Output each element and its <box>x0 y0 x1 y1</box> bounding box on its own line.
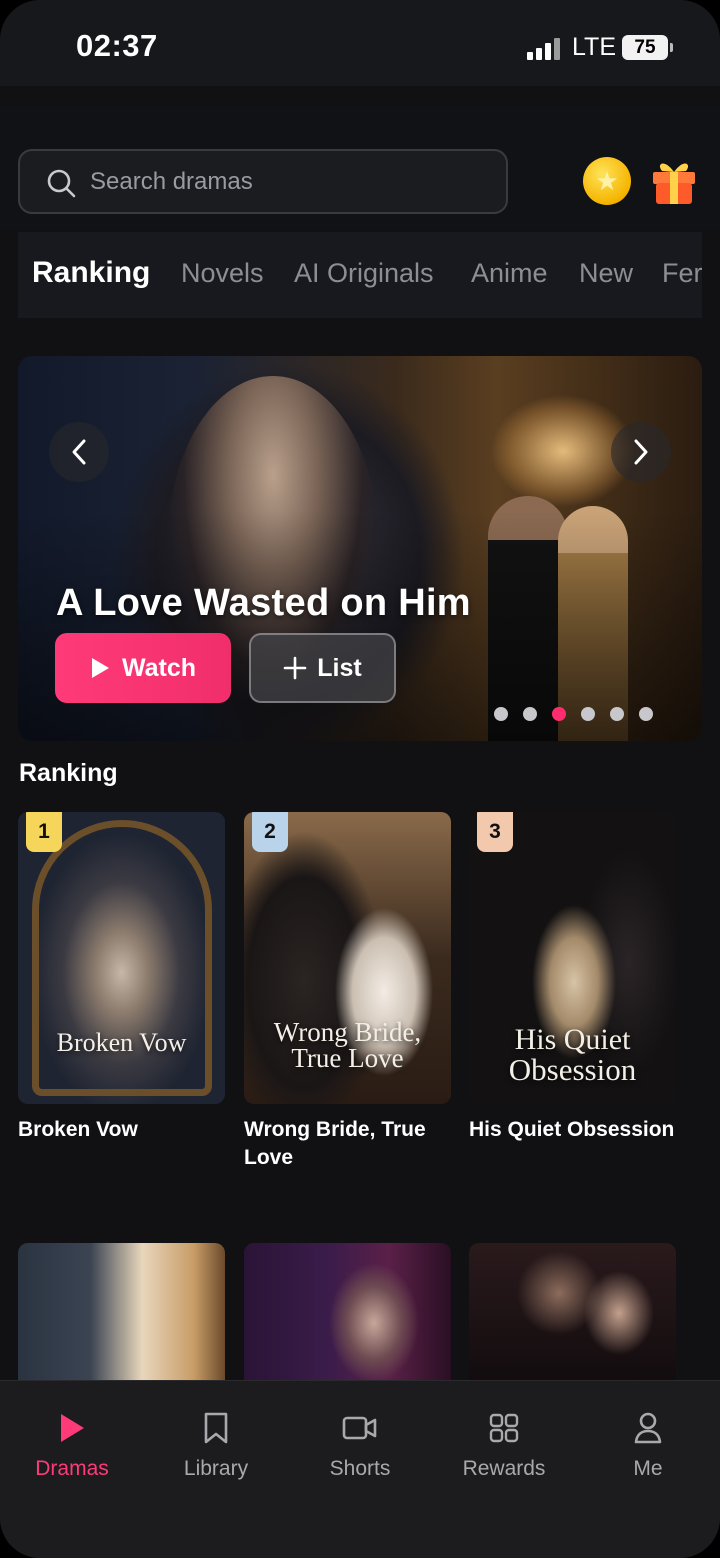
nav-rewards[interactable]: Rewards <box>444 1407 564 1481</box>
category-tabs: Ranking Novels AI Originals Anime New Fe… <box>18 232 702 318</box>
carousel-dot-active[interactable] <box>552 707 566 721</box>
search-input[interactable] <box>90 165 490 199</box>
tab-new[interactable]: New <box>579 258 633 289</box>
tab-novels[interactable]: Novels <box>181 258 264 289</box>
drama-poster[interactable] <box>18 1243 225 1383</box>
rank-badge: 2 <box>252 812 288 852</box>
drama-card[interactable]: 2 Wrong Bride, True Love Wrong Bride, Tr… <box>244 812 451 1172</box>
poster-title: Wrong Bride, <box>273 1017 422 1047</box>
signal-icon <box>527 38 561 60</box>
nav-library[interactable]: Library <box>156 1407 276 1481</box>
nav-shorts[interactable]: Shorts <box>300 1407 420 1481</box>
drama-poster[interactable]: 1 Broken Vow <box>18 812 225 1104</box>
watch-button[interactable]: Watch <box>55 633 231 703</box>
carousel-dot[interactable] <box>639 707 653 721</box>
drama-poster[interactable] <box>244 1243 451 1383</box>
poster-title: His Quiet <box>514 1023 631 1056</box>
bottom-nav: Dramas Library Shorts Rewards Me <box>0 1380 720 1558</box>
app-screen: 02:37 LTE 75 ★ Ranking Novels AI Origina… <box>0 0 720 1558</box>
nav-me[interactable]: Me <box>588 1407 708 1481</box>
hero-banner[interactable]: A Love Wasted on Him Watch List <box>18 356 702 741</box>
rank-badge: 3 <box>477 812 513 852</box>
drama-title[interactable]: Broken Vow <box>18 1116 225 1144</box>
drama-poster[interactable] <box>469 1243 676 1383</box>
prev-slide-button[interactable] <box>49 422 109 482</box>
add-to-list-button[interactable]: List <box>249 633 396 703</box>
gift-icon[interactable] <box>650 154 698 206</box>
rank-badge: 1 <box>26 812 62 852</box>
poster-title: Obsession <box>508 1052 637 1087</box>
drama-title[interactable]: Wrong Bride, True Love <box>244 1116 451 1172</box>
bookmark-icon <box>204 1412 228 1444</box>
chevron-left-icon <box>72 439 86 465</box>
chevron-right-icon <box>634 439 648 465</box>
status-time: 02:37 <box>76 28 158 63</box>
section-title-ranking: Ranking <box>19 759 118 787</box>
tab-anime[interactable]: Anime <box>471 258 548 289</box>
drama-card[interactable]: 3 His Quiet Obsession His Quiet Obsessio… <box>469 812 676 1144</box>
carousel-dots <box>494 707 653 721</box>
tab-ai-originals[interactable]: AI Originals <box>294 258 434 289</box>
network-type: LTE <box>572 33 616 61</box>
grid-icon <box>489 1413 519 1443</box>
drama-card[interactable]: 1 Broken Vow Broken Vow <box>18 812 225 1144</box>
hero-title: A Love Wasted on Him <box>56 582 471 624</box>
plus-icon <box>283 656 307 680</box>
tab-fer[interactable]: Fer <box>662 258 702 289</box>
carousel-dot[interactable] <box>581 707 595 721</box>
drama-poster[interactable]: 3 His Quiet Obsession <box>469 812 676 1104</box>
coin-icon[interactable]: ★ <box>583 157 631 205</box>
next-slide-button[interactable] <box>611 422 671 482</box>
play-icon <box>61 1414 84 1442</box>
video-camera-icon <box>342 1416 377 1440</box>
search-bar[interactable] <box>18 149 508 214</box>
status-bar: 02:37 LTE 75 <box>0 0 720 86</box>
nav-dramas[interactable]: Dramas <box>12 1407 132 1481</box>
search-icon <box>47 169 76 198</box>
carousel-dot[interactable] <box>523 707 537 721</box>
battery-icon: 75 <box>622 35 673 60</box>
drama-title[interactable]: His Quiet Obsession <box>469 1116 676 1144</box>
poster-title: Broken Vow <box>56 1028 187 1057</box>
tab-ranking[interactable]: Ranking <box>32 256 150 290</box>
poster-title: True Love <box>291 1043 404 1073</box>
play-icon <box>91 658 109 678</box>
carousel-dot[interactable] <box>494 707 508 721</box>
user-icon <box>634 1412 662 1444</box>
carousel-dot[interactable] <box>610 707 624 721</box>
drama-poster[interactable]: 2 Wrong Bride, True Love <box>244 812 451 1104</box>
